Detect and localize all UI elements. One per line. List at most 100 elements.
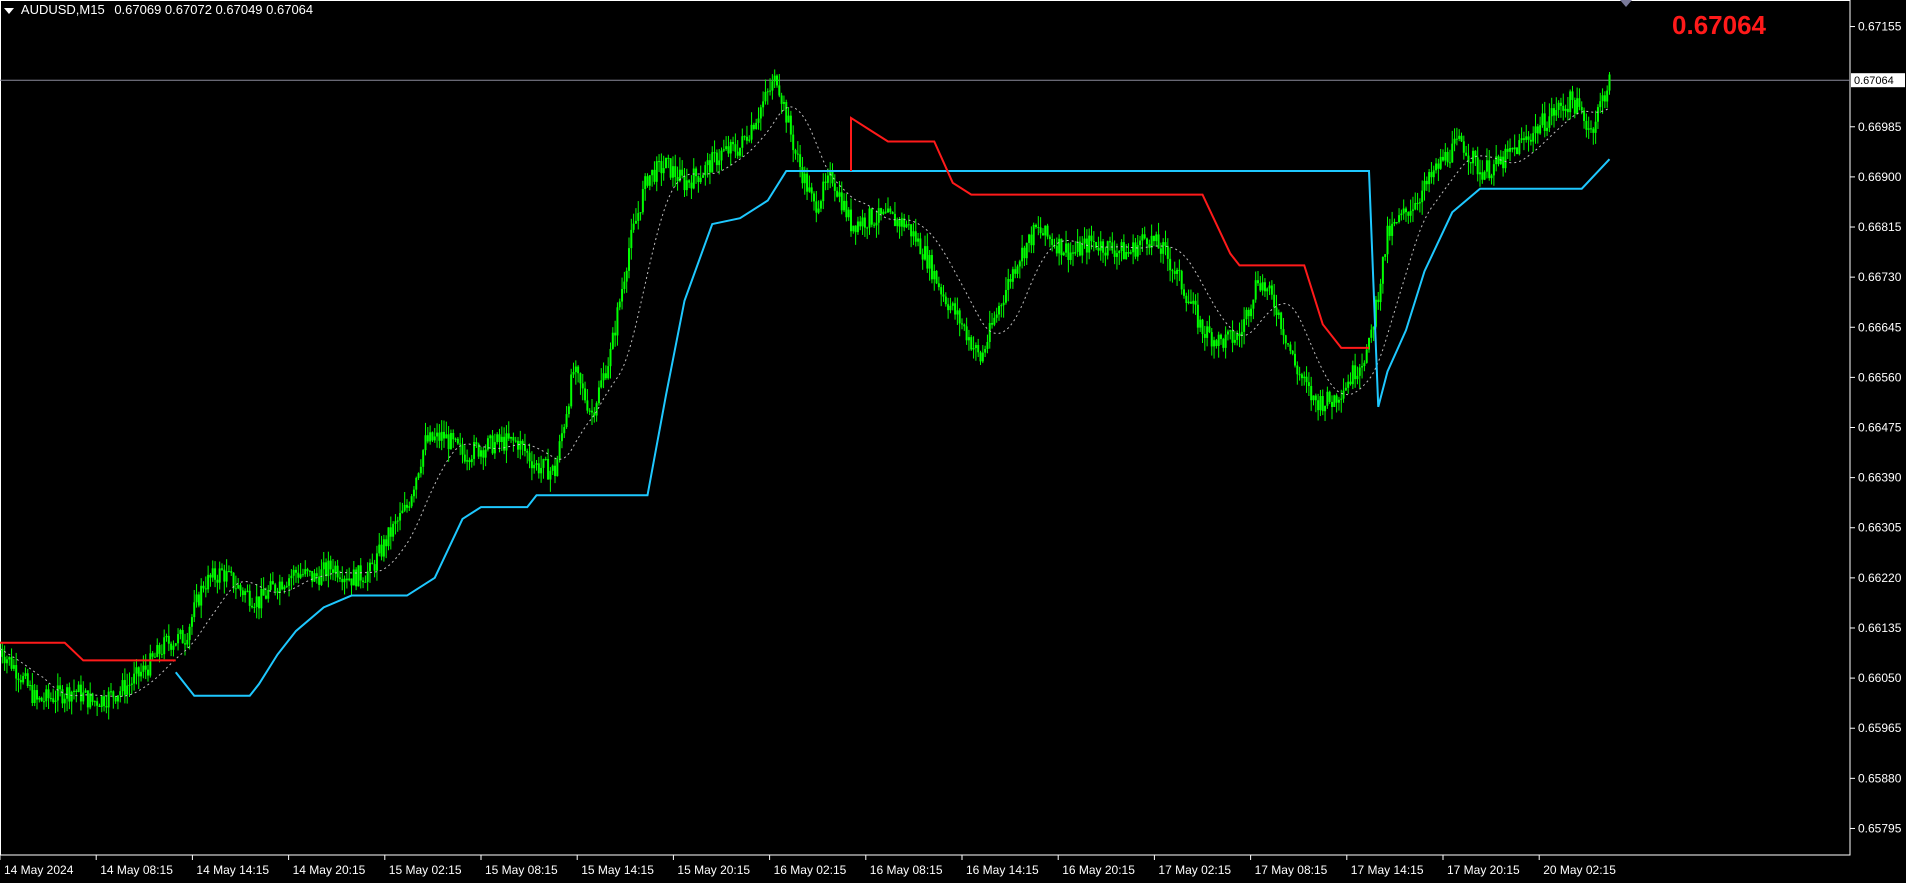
- candle-body: [655, 161, 658, 182]
- candle-body: [1072, 252, 1074, 254]
- candle-body: [1171, 270, 1174, 272]
- candle-body: [507, 433, 510, 439]
- candle-body: [736, 151, 739, 156]
- candle-body: [207, 574, 210, 590]
- candle-body: [514, 440, 517, 442]
- candle-body: [1492, 164, 1495, 176]
- candle-body: [1532, 133, 1535, 142]
- candle-body: [850, 209, 852, 232]
- candle-body: [1041, 233, 1044, 236]
- candle-body: [234, 588, 237, 590]
- candle-body: [1432, 170, 1435, 178]
- candle-body: [31, 685, 34, 703]
- candle-body: [1516, 147, 1518, 155]
- candle-body: [1007, 278, 1010, 290]
- candle-body: [163, 637, 166, 655]
- candle-body: [1483, 171, 1486, 180]
- candle-body: [63, 698, 66, 704]
- candle-body: [887, 208, 889, 213]
- candle-body: [1347, 381, 1350, 388]
- candle-body: [683, 175, 686, 191]
- candle-body: [1178, 269, 1181, 272]
- y-tick-label: 0.65880: [1858, 771, 1902, 785]
- candle-body: [972, 348, 975, 350]
- candle-body: [496, 434, 499, 443]
- candle-body: [1539, 125, 1542, 134]
- candle-body: [1169, 258, 1172, 271]
- candle-body: [859, 221, 862, 227]
- candle-body: [1351, 365, 1354, 385]
- candle-body: [352, 569, 355, 586]
- candle-body: [933, 270, 936, 280]
- candle-body: [641, 189, 644, 213]
- candle-body: [26, 673, 29, 686]
- candle-body: [445, 434, 448, 439]
- candle-body: [891, 212, 894, 214]
- candle-body: [600, 380, 603, 388]
- candle-body: [271, 581, 274, 585]
- candle-body: [1081, 243, 1084, 256]
- candle-body: [1088, 235, 1091, 253]
- candle-body: [750, 124, 753, 140]
- candle-body: [86, 690, 89, 708]
- x-tick-label: 17 May 02:15: [1158, 863, 1231, 877]
- candle-body: [715, 152, 718, 166]
- candle-body: [1023, 247, 1026, 259]
- candle-body: [512, 436, 515, 441]
- candle-body: [974, 345, 977, 349]
- candle-body: [621, 288, 624, 302]
- candle-body: [255, 596, 258, 607]
- candle-body: [567, 406, 570, 415]
- candle-body: [1004, 289, 1007, 303]
- y-tick-label: 0.66390: [1858, 471, 1902, 485]
- candle-body: [274, 584, 277, 592]
- candle-body: [1166, 245, 1169, 259]
- candle-body: [868, 208, 871, 228]
- candle-body: [452, 432, 455, 440]
- candle-body: [1215, 340, 1218, 347]
- candle-body: [1594, 121, 1597, 133]
- candle-body: [1067, 243, 1070, 260]
- candle-body: [729, 141, 732, 154]
- candle-body: [711, 152, 714, 173]
- candle-body: [785, 102, 788, 123]
- candle-body: [863, 217, 866, 228]
- candle-body: [174, 643, 177, 646]
- candle-body: [135, 667, 138, 674]
- candle-body: [607, 366, 610, 379]
- candle-body: [93, 701, 96, 703]
- candle-body: [1189, 301, 1192, 304]
- candle-body: [1608, 74, 1611, 91]
- resistance-line: [850, 116, 1369, 349]
- candle-body: [230, 571, 233, 573]
- candle-body: [674, 166, 677, 178]
- candle-body: [1187, 301, 1190, 304]
- candle-body: [584, 388, 587, 401]
- candle-body: [510, 436, 513, 439]
- y-tick-label: 0.66815: [1858, 220, 1902, 234]
- candle-body: [942, 294, 945, 297]
- candle-body: [1590, 128, 1592, 130]
- candle-body: [759, 107, 762, 119]
- candle-body: [1213, 340, 1216, 347]
- x-tick-label: 14 May 14:15: [196, 863, 269, 877]
- candle-body: [720, 150, 723, 161]
- candle-body: [246, 590, 249, 592]
- candle-body: [1196, 304, 1199, 328]
- candle-body: [819, 201, 822, 209]
- candle-body: [49, 698, 52, 700]
- candle-body: [160, 653, 163, 655]
- candle-body: [338, 577, 341, 579]
- candle-body: [1580, 106, 1583, 111]
- candle-body: [815, 201, 818, 213]
- candle-body: [350, 578, 353, 586]
- candle-body: [406, 504, 408, 508]
- candle-body: [100, 696, 103, 707]
- candle-body: [521, 440, 524, 445]
- support-line: [174, 158, 1611, 697]
- candle-body: [1109, 241, 1111, 243]
- candle-body: [533, 464, 536, 469]
- candle-body: [158, 645, 161, 654]
- candle-body: [558, 441, 561, 460]
- price-chart[interactable]: 0.67155 0.66985 0.66900 0.66815 0.66730 0.666…: [0, 0, 1906, 883]
